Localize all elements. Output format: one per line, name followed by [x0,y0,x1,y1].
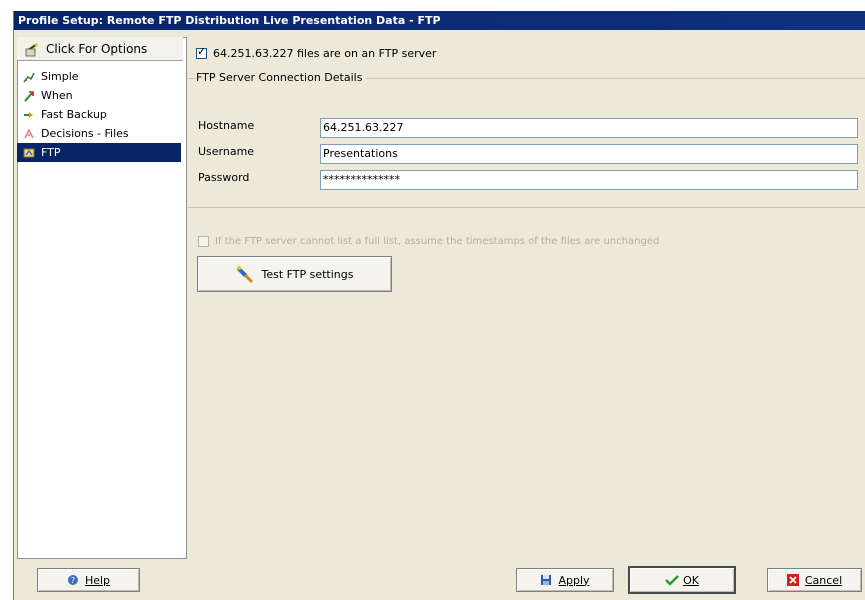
hostname-label: Hostname [198,119,255,132]
cancel-icon [786,574,799,586]
list-timestamps-option[interactable]: If the FTP server cannot list a full lis… [198,236,865,247]
click-for-options-button[interactable]: Click For Options [17,37,183,61]
password-label: Password [198,171,250,184]
group-title: FTP Server Connection Details [196,71,367,84]
dialog-footer: ? Help Apply OK Cancel [14,559,865,600]
help-button[interactable]: ? Help [37,568,140,592]
ftp-server-checkbox[interactable] [196,45,207,59]
password-input[interactable]: ************** [320,170,858,190]
apply-label: Apply [558,573,590,587]
sidebar-item-decisions-files[interactable]: Decisions - Files [17,124,181,143]
options-tree: Simple When Fast Backup Decisions - File… [17,67,181,162]
test-ftp-settings-label: Test FTP settings [261,267,354,281]
apply-button[interactable]: Apply [516,568,614,592]
cancel-button[interactable]: Cancel [767,568,862,592]
sidebar-item-when[interactable]: When [17,86,181,105]
when-icon [23,90,35,102]
help-icon: ? [67,574,79,586]
ok-button[interactable]: OK [628,566,736,594]
test-connection-icon [235,264,255,284]
options-icon [25,43,38,56]
save-icon [540,574,552,586]
help-label: Help [84,573,111,587]
list-timestamps-checkbox[interactable] [198,236,209,247]
simple-icon [23,71,35,83]
sidebar-item-label: FTP [41,146,61,159]
ftp-connection-group: FTP Server Connection Details Hostname 6… [188,71,865,208]
click-for-options-label: Click For Options [46,41,148,56]
ftp-settings-panel: 64.251.63.227 files are on an FTP server… [188,31,865,553]
ok-label: OK [683,573,699,587]
sidebar-item-label: Decisions - Files [41,127,129,140]
test-ftp-settings-button[interactable]: Test FTP settings [197,256,392,292]
ftp-icon [23,147,35,159]
profile-setup-window: Profile Setup: Remote FTP Distribution L… [13,11,865,600]
username-label: Username [198,145,255,158]
sidebar-item-fast-backup[interactable]: Fast Backup [17,105,181,124]
checkmark-icon [665,574,679,586]
decisions-icon [23,127,35,140]
window-title: Profile Setup: Remote FTP Distribution L… [14,11,865,30]
list-timestamps-label: If the FTP server cannot list a full lis… [215,236,660,247]
ftp-server-option[interactable]: 64.251.63.227 files are on an FTP server [196,45,437,60]
ftp-server-checkbox-label: 64.251.63.227 files are on an FTP server [213,47,437,60]
cancel-label: Cancel [804,573,843,587]
sidebar-item-label: Simple [41,70,79,83]
sidebar-item-ftp[interactable]: FTP [17,143,181,162]
sidebar-item-label: Fast Backup [41,108,107,121]
hostname-input[interactable]: 64.251.63.227 [320,118,858,138]
username-input[interactable]: Presentations [320,144,858,164]
fast-backup-icon [23,109,35,121]
svg-text:?: ? [71,576,75,585]
sidebar-item-label: When [41,89,73,102]
sidebar-item-simple[interactable]: Simple [17,67,181,86]
